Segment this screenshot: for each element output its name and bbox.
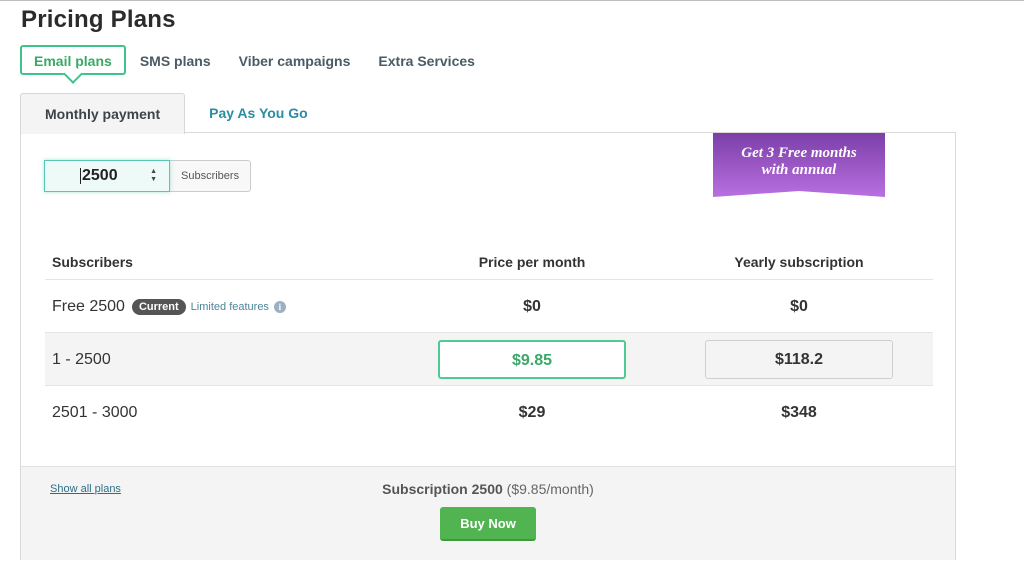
tab-viber-campaigns[interactable]: Viber campaigns xyxy=(225,45,365,75)
plan-tabs: Email plans SMS plans Viber campaigns Ex… xyxy=(20,45,489,75)
row-range: 1 - 2500 xyxy=(52,350,111,368)
subscribers-quantity-group: 2500 ▲ ▼ Subscribers xyxy=(44,160,252,192)
pricing-panel: 2500 ▲ ▼ Subscribers Get 3 Free months w… xyxy=(20,132,956,560)
row-price: $0 xyxy=(523,298,541,315)
row-range-cell: Free 2500 Current Limited features i xyxy=(52,280,286,333)
quantity-stepper[interactable]: ▲ ▼ xyxy=(150,168,157,184)
buy-now-button[interactable]: Buy Now xyxy=(440,507,536,541)
current-badge: Current xyxy=(131,298,186,315)
monthly-price-button[interactable]: $9.85 xyxy=(438,340,626,379)
table-row[interactable]: 2501 - 3000 $29 $348 xyxy=(45,386,933,439)
top-divider xyxy=(0,0,1024,1)
pricing-table: Subscribers Price per month Yearly subsc… xyxy=(45,242,933,439)
row-range: Free 2500 xyxy=(52,297,125,315)
subscribers-unit-label: Subscribers xyxy=(170,160,252,192)
table-row[interactable]: 1 - 2500 $9.85 $118.2 xyxy=(45,333,933,386)
stepper-down-icon[interactable]: ▼ xyxy=(150,176,157,184)
tab-monthly-payment[interactable]: Monthly payment xyxy=(20,93,186,134)
payment-tabs: Monthly payment Pay As You Go xyxy=(20,93,332,134)
subscription-summary: Subscription 2500 ($9.85/month) xyxy=(21,481,955,497)
header-subscribers: Subscribers xyxy=(52,254,133,270)
promo-line-2: with annual xyxy=(761,162,837,178)
table-header: Subscribers Price per month Yearly subsc… xyxy=(45,242,933,280)
table-row[interactable]: Free 2500 Current Limited features i $0 … xyxy=(45,280,933,333)
limited-features-note: Limited features xyxy=(190,300,269,313)
page-title: Pricing Plans xyxy=(21,6,176,33)
tab-extra-services[interactable]: Extra Services xyxy=(364,45,489,75)
header-price-per-month: Price per month xyxy=(478,254,586,270)
info-icon[interactable]: i xyxy=(273,300,286,313)
row-range: 2501 - 3000 xyxy=(52,403,138,421)
tab-sms-plans[interactable]: SMS plans xyxy=(126,45,225,75)
subscription-label: Subscription 2500 xyxy=(382,481,503,497)
promo-ribbon: Get 3 Free months with annual xyxy=(713,133,885,197)
promo-text: Get 3 Free months with annual xyxy=(713,145,885,179)
stepper-up-icon[interactable]: ▲ xyxy=(150,168,157,176)
tab-pay-as-you-go[interactable]: Pay As You Go xyxy=(185,93,332,133)
yearly-price-button[interactable]: $118.2 xyxy=(705,340,893,379)
panel-footer: Show all plans Subscription 2500 ($9.85/… xyxy=(21,466,955,560)
header-yearly-subscription: Yearly subscription xyxy=(734,254,864,270)
tab-email-plans[interactable]: Email plans xyxy=(20,45,126,75)
row-price: $29 xyxy=(518,404,546,421)
row-yearly: $348 xyxy=(781,404,817,421)
subscribers-input[interactable]: 2500 ▲ ▼ xyxy=(44,160,170,192)
row-yearly: $0 xyxy=(790,298,808,315)
promo-line-1: Get 3 Free months xyxy=(741,145,857,161)
subscribers-input-value: 2500 xyxy=(80,167,118,184)
subscription-price: ($9.85/month) xyxy=(506,481,594,497)
